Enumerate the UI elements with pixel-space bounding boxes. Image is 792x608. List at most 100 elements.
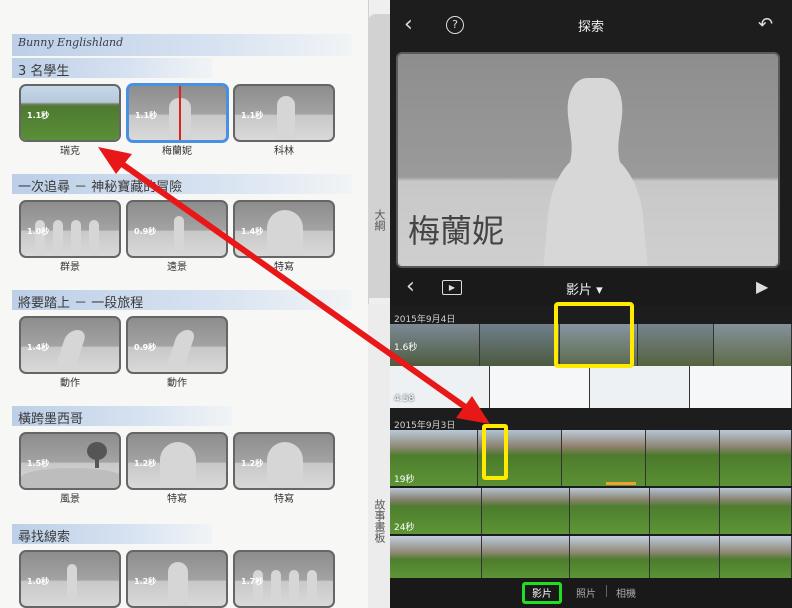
play-preview-icon[interactable]: ▶ bbox=[442, 280, 462, 295]
frame bbox=[562, 430, 646, 486]
bottom-tab-bar: 影片 照片 相機 bbox=[390, 578, 792, 608]
silhouette-icon bbox=[307, 570, 317, 604]
frame bbox=[720, 488, 792, 534]
frame bbox=[650, 536, 720, 578]
yellow-highlight-box bbox=[554, 302, 634, 368]
clip-duration: 0.9秒 bbox=[134, 227, 157, 236]
silhouette-icon bbox=[89, 220, 99, 256]
frame bbox=[646, 430, 720, 486]
strip-duration: 1.6秒 bbox=[394, 343, 418, 353]
section-title: 一次追尋 － 神秘寶藏的冒險 bbox=[18, 180, 183, 195]
runner-icon bbox=[54, 330, 88, 370]
clip-caption: 梅蘭妮 bbox=[162, 146, 192, 157]
clip-duration: 1.0秒 bbox=[27, 227, 50, 236]
clip-caption: 特寫 bbox=[274, 262, 294, 273]
playhead bbox=[179, 86, 181, 140]
media-dropdown[interactable]: 影片 ▾ bbox=[566, 279, 603, 298]
frame bbox=[482, 488, 570, 534]
tab-camera[interactable]: 相機 bbox=[616, 585, 636, 600]
tab-storyboard[interactable]: 故事畫板 bbox=[368, 304, 390, 608]
frame bbox=[480, 324, 560, 366]
strip-duration: 19秒 bbox=[394, 475, 415, 485]
frame bbox=[570, 488, 650, 534]
silhouette-icon bbox=[174, 216, 184, 254]
clip-duration: 1.2秒 bbox=[241, 459, 264, 468]
landscape-hill bbox=[21, 468, 119, 488]
tab-videos[interactable]: 影片 bbox=[522, 585, 562, 600]
clip-duration: 1.0秒 bbox=[27, 577, 50, 586]
project-title: Bunny Englishland bbox=[18, 36, 124, 49]
shot-clip[interactable]: 1.0秒 bbox=[19, 200, 121, 258]
silhouette-icon bbox=[267, 210, 303, 256]
preview-title: 梅蘭妮 bbox=[408, 212, 505, 250]
preview-viewer: 梅蘭妮 bbox=[396, 52, 780, 268]
clip-duration: 1.7秒 bbox=[241, 577, 264, 586]
clip-duration: 1.4秒 bbox=[241, 227, 264, 236]
frame bbox=[690, 366, 792, 408]
silhouette-icon bbox=[271, 570, 281, 604]
clip-caption: 遠景 bbox=[167, 262, 187, 273]
shot-clip[interactable]: 1.2秒 bbox=[126, 550, 228, 608]
shot-clip[interactable]: 1.2秒 bbox=[233, 432, 335, 490]
silhouette-icon bbox=[160, 442, 196, 488]
frame bbox=[390, 536, 482, 578]
tab-outline[interactable]: 大綱 bbox=[368, 14, 390, 298]
shot-clip[interactable]: 1.7秒 bbox=[233, 550, 335, 608]
tree-trunk bbox=[95, 458, 99, 468]
section-title: 橫跨墨西哥 bbox=[18, 412, 84, 427]
clip-duration: 1.2秒 bbox=[134, 577, 157, 586]
shot-clip[interactable]: 1.2秒 bbox=[126, 432, 228, 490]
clip-caption: 動作 bbox=[167, 378, 187, 389]
clip-caption: 特寫 bbox=[167, 494, 187, 505]
clip-caption: 特寫 bbox=[274, 494, 294, 505]
video-strip[interactable]: 4:58 bbox=[390, 366, 792, 408]
chevron-down-icon: ▾ bbox=[596, 283, 603, 298]
tab-divider bbox=[606, 585, 607, 597]
shot-clip[interactable]: 1.1秒 bbox=[233, 84, 335, 142]
media-title: 影片 bbox=[566, 283, 593, 298]
clip-duration: 0.9秒 bbox=[134, 343, 157, 352]
shot-clip[interactable]: 0.9秒 bbox=[126, 316, 228, 374]
silhouette-icon bbox=[277, 96, 295, 140]
shot-clip-selected[interactable]: 1.1秒 bbox=[126, 83, 229, 143]
range-marker bbox=[606, 482, 636, 485]
video-strip[interactable]: 19秒 bbox=[390, 430, 792, 486]
frame bbox=[638, 324, 714, 366]
undo-icon[interactable]: ↶ bbox=[758, 14, 773, 35]
clip-duration: 1.1秒 bbox=[241, 111, 264, 120]
clip-duration: 1.5秒 bbox=[27, 459, 50, 468]
strip-duration: 4:58 bbox=[394, 394, 415, 404]
clip-duration: 1.1秒 bbox=[27, 111, 50, 120]
frame bbox=[714, 324, 792, 366]
play-icon[interactable]: ▶ bbox=[756, 277, 768, 296]
clip-duration: 1.4秒 bbox=[27, 343, 50, 352]
silhouette-icon bbox=[67, 564, 77, 600]
tab-photos[interactable]: 照片 bbox=[576, 585, 596, 600]
shot-clip[interactable]: 1.5秒 bbox=[19, 432, 121, 490]
clip-duration: 1.2秒 bbox=[134, 459, 157, 468]
clip-caption: 風景 bbox=[60, 494, 80, 505]
silhouette-icon bbox=[289, 570, 299, 604]
silhouette-icon bbox=[168, 562, 188, 606]
clip-caption: 群景 bbox=[60, 262, 80, 273]
silhouette-icon bbox=[53, 220, 63, 256]
video-strip[interactable] bbox=[390, 536, 792, 578]
shot-clip[interactable]: 1.4秒 bbox=[233, 200, 335, 258]
shot-clip[interactable]: 1.4秒 bbox=[19, 316, 121, 374]
shot-clip[interactable]: 0.9秒 bbox=[126, 200, 228, 258]
clip-duration: 1.1秒 bbox=[135, 111, 158, 120]
back-icon[interactable]: ‹ bbox=[406, 274, 415, 299]
frame bbox=[720, 536, 792, 578]
shot-clip[interactable]: 1.1秒 bbox=[19, 84, 121, 142]
shot-clip[interactable]: 1.0秒 bbox=[19, 550, 121, 608]
frame bbox=[650, 488, 720, 534]
media-toolbar: ‹ ▶ 影片 ▾ ▶ bbox=[390, 270, 792, 306]
frame bbox=[482, 536, 570, 578]
clip-caption: 動作 bbox=[60, 378, 80, 389]
section-title: 3 名學生 bbox=[18, 64, 70, 79]
video-strip[interactable]: 24秒 bbox=[390, 488, 792, 534]
runner-icon bbox=[165, 330, 197, 370]
silhouette-icon bbox=[71, 220, 81, 256]
frame bbox=[570, 536, 650, 578]
clip-caption: 科林 bbox=[274, 146, 294, 157]
